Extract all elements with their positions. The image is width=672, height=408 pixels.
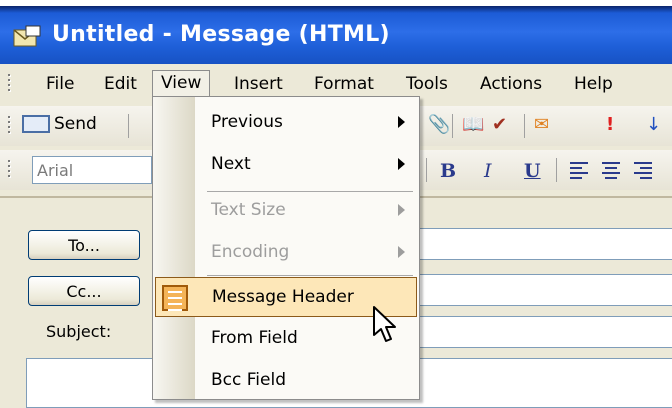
align-buttons[interactable]	[570, 162, 666, 180]
toolbar-grip[interactable]	[8, 160, 11, 180]
font-name-select[interactable]: Arial	[32, 156, 152, 184]
subject-field[interactable]	[418, 316, 672, 348]
window-title: Untitled - Message (HTML)	[52, 22, 390, 47]
title-bar: Untitled - Message (HTML)	[0, 0, 672, 64]
view-menu-dropdown: Previous Next Text Size Encoding Message…	[152, 96, 420, 400]
attach-icon[interactable]: 📎	[428, 114, 450, 135]
send-button[interactable]: Send	[22, 114, 97, 134]
message-icon	[13, 25, 41, 47]
send-label: Send	[54, 114, 97, 134]
menu-item-bcc-field[interactable]: Bcc Field	[153, 361, 419, 399]
submenu-arrow-icon	[398, 116, 405, 128]
importance-icon[interactable]: !	[606, 114, 614, 135]
menu-item-label: Next	[211, 154, 251, 174]
menu-tools[interactable]: Tools	[398, 72, 456, 96]
toolbar-separator	[524, 114, 525, 138]
submenu-arrow-icon	[398, 204, 405, 216]
toolbar-separator	[452, 114, 453, 138]
submenu-arrow-icon	[398, 158, 405, 170]
toolbar-separator	[128, 114, 129, 138]
message-header-icon	[162, 285, 188, 311]
italic-button[interactable]: I	[484, 160, 492, 182]
check-names-icon[interactable]: ✔	[492, 114, 507, 135]
subject-label: Subject:	[46, 322, 112, 341]
menu-item-label: Previous	[211, 112, 283, 132]
menu-insert[interactable]: Insert	[226, 72, 291, 96]
menu-item-encoding: Encoding	[153, 233, 419, 273]
toolbar-separator	[426, 158, 427, 182]
menu-item-previous[interactable]: Previous	[153, 103, 419, 143]
menu-separator	[207, 275, 413, 276]
underline-button[interactable]: U	[524, 160, 541, 182]
menu-item-text-size: Text Size	[153, 191, 419, 231]
menu-item-label: Encoding	[211, 242, 290, 262]
to-button[interactable]: To...	[28, 230, 140, 260]
to-field[interactable]	[418, 228, 672, 260]
menu-item-label: From Field	[211, 328, 298, 348]
bold-button[interactable]: B	[440, 160, 456, 182]
cc-button[interactable]: Cc...	[28, 276, 140, 306]
arrow-down-icon[interactable]: ↓	[646, 114, 661, 135]
toolbar-grip[interactable]	[8, 116, 11, 136]
menu-file[interactable]: File	[38, 72, 82, 96]
menu-item-label: Message Header	[212, 287, 354, 307]
submenu-arrow-icon	[398, 246, 405, 258]
menubar-grip[interactable]	[8, 74, 11, 94]
menu-item-label: Bcc Field	[211, 370, 286, 390]
menu-help[interactable]: Help	[566, 72, 621, 96]
cc-field[interactable]	[418, 274, 672, 306]
mouse-cursor-icon	[373, 306, 396, 342]
address-book-icon[interactable]: 📖	[462, 114, 484, 135]
send-icon	[22, 115, 50, 133]
menu-edit[interactable]: Edit	[96, 72, 145, 96]
menu-item-label: Text Size	[211, 200, 286, 220]
toolbar-separator	[556, 158, 557, 182]
flag-icon[interactable]: ✉	[534, 114, 549, 135]
menu-actions[interactable]: Actions	[472, 72, 550, 96]
menu-format[interactable]: Format	[306, 72, 382, 96]
menu-item-next[interactable]: Next	[153, 145, 419, 185]
